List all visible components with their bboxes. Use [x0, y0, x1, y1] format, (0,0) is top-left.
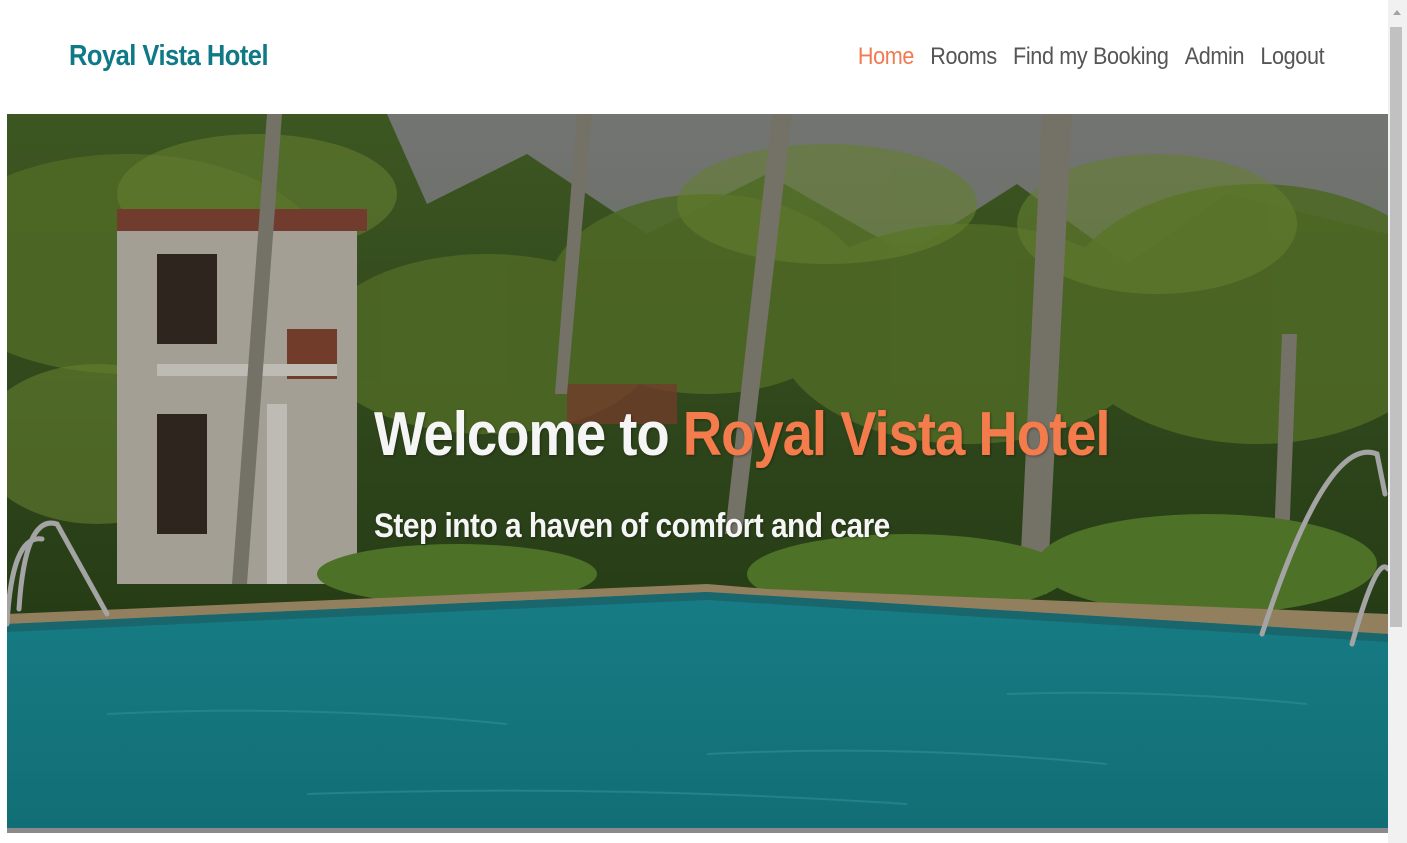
nav-link-find-my-booking[interactable]: Find my Booking [1013, 43, 1169, 71]
hero-bottom-divider [7, 828, 1388, 833]
hero-dim-overlay [7, 114, 1388, 828]
nav-link-logout[interactable]: Logout [1260, 43, 1324, 71]
scrollbar-thumb[interactable] [1390, 27, 1402, 627]
hero-title-prefix: Welcome to [374, 400, 683, 469]
nav-link-admin[interactable]: Admin [1184, 43, 1244, 71]
hero-banner: Welcome to Royal Vista Hotel Step into a… [7, 114, 1388, 828]
nav-links: Home Rooms Find my Booking Admin Logout [858, 43, 1325, 71]
scroll-up-arrow-icon[interactable] [1393, 10, 1401, 15]
page: Royal Vista Hotel Home Rooms Find my Boo… [0, 0, 1407, 843]
page-scrollbar[interactable] [1388, 0, 1407, 843]
navbar: Royal Vista Hotel Home Rooms Find my Boo… [0, 0, 1388, 114]
hero-title: Welcome to Royal Vista Hotel [374, 399, 1111, 470]
brand-logo-link[interactable]: Royal Vista Hotel [69, 40, 269, 73]
hero-title-accent: Royal Vista Hotel [682, 400, 1111, 469]
nav-link-rooms[interactable]: Rooms [930, 43, 997, 71]
nav-link-home[interactable]: Home [858, 43, 915, 71]
hero-subtitle: Step into a haven of comfort and care [374, 507, 890, 545]
